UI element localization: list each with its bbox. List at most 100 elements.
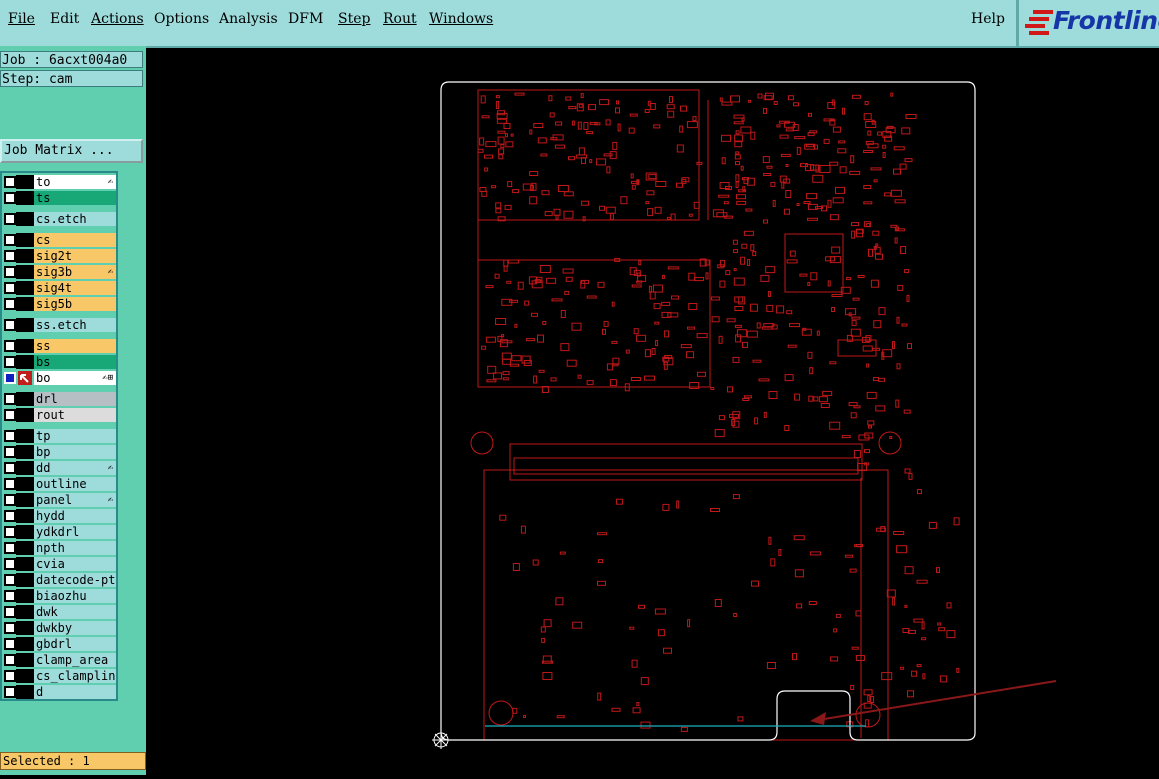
- layer-row-rout[interactable]: rout: [2, 408, 116, 422]
- layer-checkbox[interactable]: [4, 430, 16, 442]
- layer-name[interactable]: cs_clampline: [34, 669, 116, 683]
- layer-row-ts[interactable]: ts: [2, 191, 116, 205]
- layer-name[interactable]: hydd: [34, 509, 116, 523]
- layer-checkbox[interactable]: [4, 638, 16, 650]
- layer-row-drl[interactable]: drl: [2, 392, 116, 406]
- layer-checkbox[interactable]: [4, 298, 16, 310]
- layer-row-gbdrl[interactable]: gbdrl: [2, 637, 116, 651]
- menu-rout[interactable]: Rout: [383, 11, 417, 27]
- layer-name[interactable]: d: [34, 685, 116, 699]
- layer-row-bs[interactable]: bs: [2, 355, 116, 369]
- layer-name[interactable]: dwkby: [34, 621, 116, 635]
- layer-checkbox[interactable]: [4, 526, 16, 538]
- layer-checkbox[interactable]: [4, 590, 16, 602]
- layer-name[interactable]: cs: [34, 233, 116, 247]
- layer-row-to[interactable]: to ✍: [2, 175, 116, 189]
- layer-row-dd[interactable]: dd ✍: [2, 461, 116, 475]
- layer-row-cs.etch[interactable]: cs.etch: [2, 212, 116, 226]
- layer-row-ss[interactable]: ss: [2, 339, 116, 353]
- layer-checkbox[interactable]: [4, 462, 16, 474]
- layer-checkbox[interactable]: [4, 654, 16, 666]
- job-matrix-button[interactable]: Job Matrix ...: [0, 139, 143, 163]
- layer-row-datecode-pt[interactable]: datecode-pt: [2, 573, 116, 587]
- layer-row-dwkby[interactable]: dwkby: [2, 621, 116, 635]
- layer-name[interactable]: sig2t: [34, 249, 116, 263]
- layer-checkbox[interactable]: [4, 510, 16, 522]
- layer-row-panel[interactable]: panel ✍: [2, 493, 116, 507]
- layer-row-cvia[interactable]: cvia: [2, 557, 116, 571]
- layer-checkbox[interactable]: [4, 494, 16, 506]
- layer-name[interactable]: cvia: [34, 557, 116, 571]
- layer-checkbox[interactable]: [4, 192, 16, 204]
- layer-checkbox[interactable]: [4, 340, 16, 352]
- layer-row-ydkdrl[interactable]: ydkdrl: [2, 525, 116, 539]
- layer-row-sig5b[interactable]: sig5b: [2, 297, 116, 311]
- layer-checkbox[interactable]: [4, 319, 16, 331]
- layer-checkbox[interactable]: [4, 542, 16, 554]
- layer-row-outline[interactable]: outline: [2, 477, 116, 491]
- menu-windows[interactable]: Windows: [429, 11, 493, 27]
- layer-row-biaozhu[interactable]: biaozhu: [2, 589, 116, 603]
- menu-actions[interactable]: Actions: [91, 11, 144, 27]
- layer-checkbox[interactable]: [4, 266, 16, 278]
- layer-checkbox[interactable]: [4, 409, 16, 421]
- layer-checkbox[interactable]: [4, 250, 16, 262]
- layer-name[interactable]: gbdrl: [34, 637, 116, 651]
- menu-options[interactable]: Options: [154, 11, 209, 27]
- layer-row-dwk[interactable]: dwk: [2, 605, 116, 619]
- layer-row-clamp_area[interactable]: clamp_area: [2, 653, 116, 667]
- layer-name[interactable]: ts: [34, 191, 116, 205]
- layer-row-sig3b[interactable]: sig3b ✍: [2, 265, 116, 279]
- layer-name[interactable]: npth: [34, 541, 116, 555]
- layer-checkbox[interactable]: [4, 686, 16, 698]
- layer-checkbox[interactable]: [4, 234, 16, 246]
- layer-name[interactable]: clamp_area: [34, 653, 116, 667]
- layer-row-sig2t[interactable]: sig2t: [2, 249, 116, 263]
- layer-row-npth[interactable]: npth: [2, 541, 116, 555]
- layer-name[interactable]: ss: [34, 339, 116, 353]
- layer-checkbox[interactable]: [4, 393, 16, 405]
- layer-name[interactable]: dd: [34, 461, 116, 475]
- layer-row-tp[interactable]: tp: [2, 429, 116, 443]
- layer-checkbox[interactable]: [4, 213, 16, 225]
- layer-checkbox[interactable]: [4, 606, 16, 618]
- layer-name[interactable]: datecode-pt: [34, 573, 116, 587]
- layer-name[interactable]: ss.etch: [34, 318, 116, 332]
- menu-file[interactable]: File: [8, 11, 35, 27]
- pcb-view[interactable]: [148, 48, 1159, 775]
- layer-name[interactable]: sig4t: [34, 281, 116, 295]
- layer-name[interactable]: bp: [34, 445, 116, 459]
- layer-row-cs[interactable]: cs: [2, 233, 116, 247]
- layer-row-ss.etch[interactable]: ss.etch: [2, 318, 116, 332]
- layer-checkbox[interactable]: [4, 574, 16, 586]
- layer-name[interactable]: outline: [34, 477, 116, 491]
- layer-name[interactable]: biaozhu: [34, 589, 116, 603]
- layer-row-bo[interactable]: bo ✍⊞: [2, 371, 116, 385]
- menu-help[interactable]: Help: [971, 11, 1005, 27]
- menu-dfm[interactable]: DFM: [288, 11, 323, 27]
- layer-checkbox[interactable]: [4, 622, 16, 634]
- layer-checkbox[interactable]: [4, 478, 16, 490]
- layer-checkbox[interactable]: [4, 282, 16, 294]
- layer-row-sig4t[interactable]: sig4t: [2, 281, 116, 295]
- layer-checkbox[interactable]: [4, 356, 16, 368]
- layer-name[interactable]: rout: [34, 408, 116, 422]
- layer-name[interactable]: tp: [34, 429, 116, 443]
- layer-row-hydd[interactable]: hydd: [2, 509, 116, 523]
- layer-checkbox[interactable]: [4, 670, 16, 682]
- layer-checkbox[interactable]: [4, 176, 16, 188]
- layer-name[interactable]: ydkdrl: [34, 525, 116, 539]
- layer-name[interactable]: sig3b: [34, 265, 116, 279]
- menu-edit[interactable]: Edit: [50, 11, 79, 27]
- layer-checkbox[interactable]: [4, 558, 16, 570]
- layer-name[interactable]: sig5b: [34, 297, 116, 311]
- layer-checkbox[interactable]: [4, 372, 16, 384]
- layer-row-bp[interactable]: bp: [2, 445, 116, 459]
- layer-name[interactable]: cs.etch: [34, 212, 116, 226]
- layer-name[interactable]: bs: [34, 355, 116, 369]
- layer-row-cs_clampline[interactable]: cs_clampline: [2, 669, 116, 683]
- menu-analysis[interactable]: Analysis: [219, 11, 278, 27]
- layer-name[interactable]: drl: [34, 392, 116, 406]
- layer-name[interactable]: panel: [34, 493, 116, 507]
- graphics-canvas[interactable]: [148, 48, 1159, 775]
